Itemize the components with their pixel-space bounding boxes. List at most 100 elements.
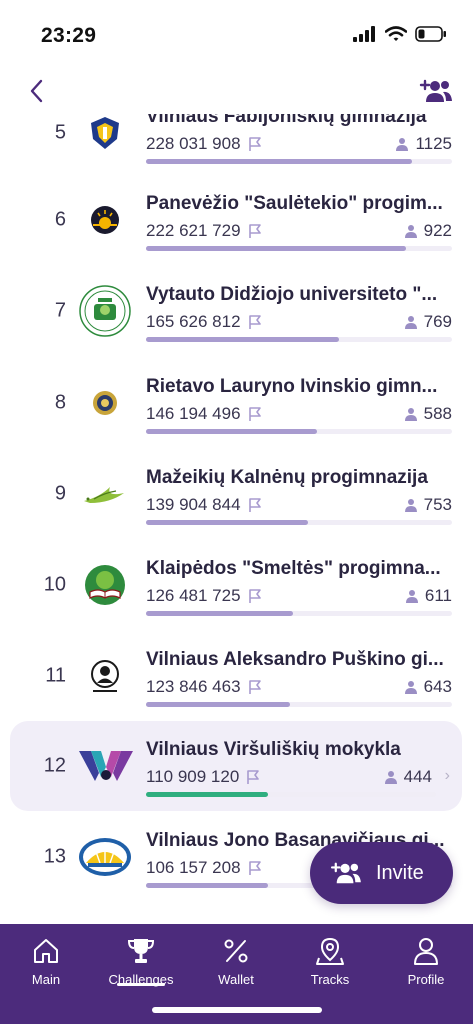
progress-bar [146, 246, 452, 251]
rank-number: 9 [54, 482, 66, 505]
score: 123 846 463 [146, 677, 263, 697]
chevron-left-icon [30, 79, 43, 103]
leaderboard-row[interactable]: 6 Panevėžio "Saulėtekio" progim... 222 6… [10, 175, 462, 265]
green-crest-logo [79, 285, 131, 337]
score-value: 110 909 120 [146, 767, 240, 786]
score: 165 626 812 [146, 312, 263, 332]
rank-number: 7 [54, 299, 66, 322]
school-logo [78, 558, 132, 612]
progress-bar [146, 159, 452, 164]
score-value: 126 481 725 [146, 586, 241, 605]
book-emblem-logo [85, 565, 125, 605]
member-count: 769 [404, 312, 452, 332]
tab-label: Tracks [310, 972, 350, 987]
status-time: 23:29 [41, 24, 97, 47]
member-value: 1125 [415, 134, 452, 153]
member-count: 922 [404, 221, 452, 241]
school-name: Panevėžio "Saulėtekio" progim... [146, 193, 443, 214]
tab-profile[interactable]: Profile [386, 934, 466, 987]
member-count: 611 [405, 586, 452, 606]
battery-icon [415, 26, 446, 42]
flag-icon [248, 680, 261, 694]
progress-bar [146, 611, 452, 616]
tab-label: Profile [407, 972, 445, 987]
bird-logo [84, 487, 124, 503]
sun-emblem-logo [91, 206, 119, 234]
school-name: Vilniaus Aleksandro Puškino gi... [146, 649, 444, 670]
score-value: 123 846 463 [146, 677, 241, 696]
school-logo [76, 739, 136, 793]
school-logo [78, 649, 132, 703]
leaderboard-row[interactable]: 5 Vilniaus Fabijoniškių gimnazija 228 03… [10, 114, 462, 178]
progress-fill [146, 159, 413, 164]
add-people-icon [330, 862, 361, 884]
member-count: 753 [404, 495, 452, 515]
tab-wallet[interactable]: Wallet [196, 934, 276, 987]
flag-icon [248, 224, 261, 238]
progress-fill [146, 883, 269, 888]
school-name: Vilniaus Fabijoniškių gimnazija [146, 114, 427, 127]
school-name: Vilniaus Viršuliškių mokykla [146, 739, 401, 760]
score: 146 194 496 [146, 404, 263, 424]
member-count: 643 [404, 677, 452, 697]
member-count: 444 [384, 767, 432, 787]
flag-icon [248, 407, 261, 421]
score-value: 146 194 496 [146, 404, 241, 423]
score-value: 139 904 844 [146, 495, 241, 514]
member-value: 753 [423, 495, 452, 514]
tab-challenges[interactable]: Challenges [101, 934, 181, 987]
score: 222 621 729 [146, 221, 263, 241]
bottom-tab-bar: Main Challenges Wallet Tracks Profile [0, 924, 473, 1024]
progress-bar [146, 520, 452, 525]
person-icon [404, 225, 417, 238]
progress-bar [146, 702, 452, 707]
flag-icon [247, 770, 260, 784]
tab-main[interactable]: Main [6, 934, 86, 987]
person-icon [405, 590, 418, 603]
v-logo [79, 751, 133, 781]
progress-fill [146, 611, 293, 616]
member-value: 611 [424, 586, 452, 605]
score-value: 228 031 908 [146, 134, 241, 153]
member-value: 922 [423, 221, 452, 240]
trophy-icon [127, 939, 155, 963]
leaderboard-list[interactable]: 5 Vilniaus Fabijoniškių gimnazija 228 03… [0, 114, 473, 924]
progress-fill [146, 337, 339, 342]
member-value: 588 [423, 404, 452, 423]
leaderboard-row-current[interactable]: 12 Vilniaus Viršuliškių mokykla 110 909 … [10, 721, 462, 811]
add-friends-button[interactable] [417, 74, 455, 108]
school-logo [78, 284, 132, 338]
school-name: Vytauto Didžiojo universiteto "... [146, 284, 438, 305]
leaderboard-row[interactable]: 7 Vytauto Didžiojo universiteto "... 165… [10, 266, 462, 356]
person-icon [384, 771, 397, 784]
leaderboard-row[interactable]: 8 Rietavo Lauryno Ivinskio gimn... 146 1… [10, 358, 462, 448]
school-logo [78, 114, 132, 160]
school-logo [78, 193, 132, 247]
back-button[interactable] [22, 76, 52, 106]
chevron-right-icon: › [444, 767, 450, 784]
score: 110 909 120 [146, 767, 261, 787]
rank-number: 6 [54, 208, 66, 231]
sunrise-emblem-logo [79, 838, 131, 876]
portrait-emblem-logo [91, 660, 119, 692]
progress-bar [146, 429, 452, 434]
person-icon [404, 316, 417, 329]
leaderboard-row[interactable]: 10 Klaipėdos "Smeltės" progimna... 126 4… [10, 540, 462, 630]
leaderboard-row[interactable]: 9 Mažeikių Kalnėnų progimnazija 139 904 … [10, 449, 462, 539]
invite-button[interactable]: Invite [310, 842, 453, 904]
progress-fill [146, 702, 290, 707]
school-name: Mažeikių Kalnėnų progimnazija [146, 467, 428, 488]
score-value: 222 621 729 [146, 221, 241, 240]
school-name: Rietavo Lauryno Ivinskio gimn... [146, 376, 438, 397]
rank-number: 12 [43, 754, 66, 777]
tab-tracks[interactable]: Tracks [290, 934, 370, 987]
rank-number: 13 [43, 845, 66, 868]
leaderboard-row[interactable]: 11 Vilniaus Aleksandro Puškino gi... 123… [10, 631, 462, 721]
school-logo [78, 376, 132, 430]
tab-label: Wallet [218, 972, 254, 987]
home-indicator [152, 1007, 322, 1013]
flag-icon [248, 498, 261, 512]
score: 139 904 844 [146, 495, 263, 515]
top-navigation [0, 70, 473, 114]
rank-number: 5 [54, 121, 66, 144]
